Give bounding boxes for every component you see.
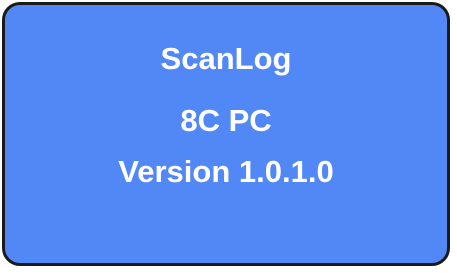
splash-screen: ScanLog 8C PC Version 1.0.1.0: [2, 2, 450, 266]
device-model: 8C PC: [180, 103, 272, 138]
version-label: Version 1.0.1.0: [118, 154, 334, 189]
app-name: ScanLog: [160, 41, 292, 76]
